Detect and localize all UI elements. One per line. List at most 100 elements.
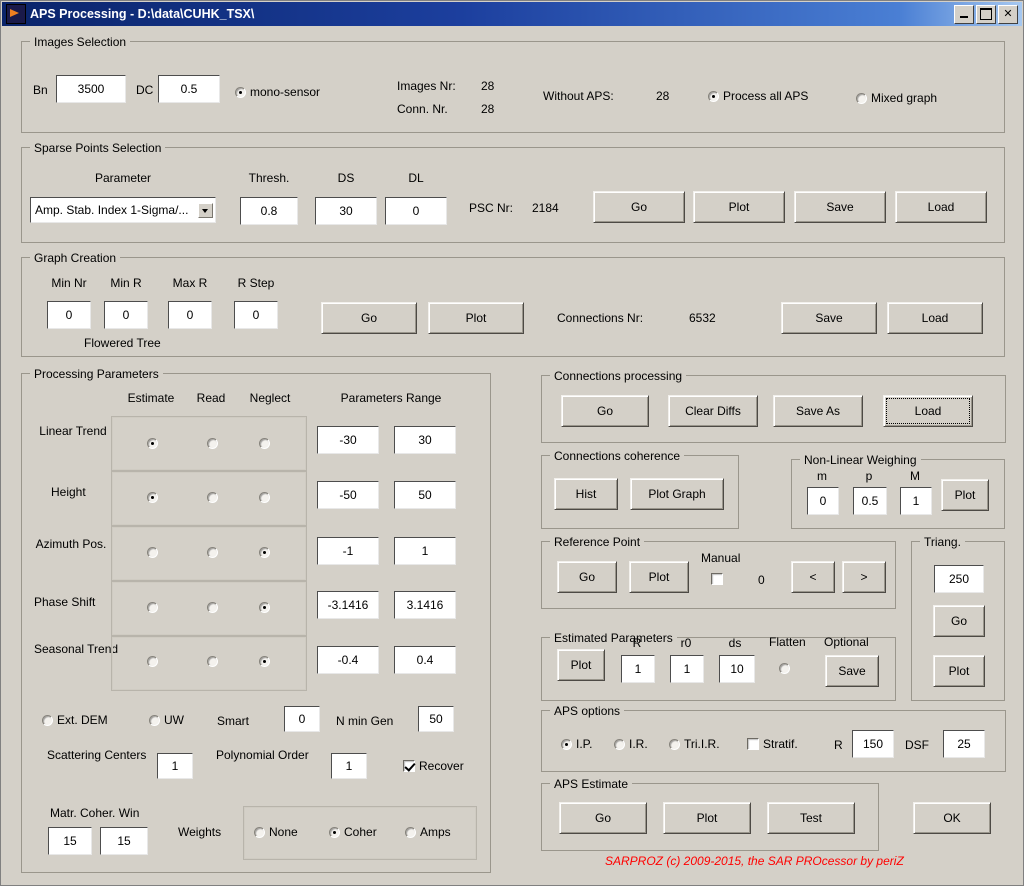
radio-weights-amps-label: Amps bbox=[420, 825, 451, 839]
est-ds-input[interactable]: 10 bbox=[719, 655, 755, 683]
range-min-seasonal-trend[interactable]: -0.4 bbox=[317, 646, 379, 674]
reference-point-next-button[interactable]: > bbox=[842, 561, 886, 593]
dc-input[interactable]: 0.5 bbox=[158, 75, 220, 103]
ds-input[interactable]: 30 bbox=[315, 197, 377, 225]
radio-weights-amps[interactable]: Amps bbox=[405, 825, 451, 839]
range-min-height[interactable]: -50 bbox=[317, 481, 379, 509]
radio-azimuth-pos-neglect[interactable] bbox=[259, 547, 274, 558]
range-min-phase-shift[interactable]: -3.1416 bbox=[317, 591, 379, 619]
estimated-parameters-plot-button[interactable]: Plot bbox=[557, 649, 605, 681]
connections-go-button[interactable]: Go bbox=[561, 395, 649, 427]
aps-estimate-plot-button[interactable]: Plot bbox=[663, 802, 751, 834]
min-r-input[interactable]: 0 bbox=[104, 301, 148, 329]
minimize-button[interactable] bbox=[954, 4, 974, 24]
radio-aps-ir[interactable]: I.R. bbox=[614, 737, 648, 751]
radio-linear-trend-neglect[interactable] bbox=[259, 438, 274, 449]
aps-r-input[interactable]: 150 bbox=[852, 730, 894, 758]
bn-input[interactable]: 3500 bbox=[56, 75, 126, 103]
radio-process-all-aps[interactable]: Process all APS bbox=[708, 89, 808, 103]
radio-dot-icon bbox=[235, 86, 246, 98]
coherence-plot-graph-button[interactable]: Plot Graph bbox=[630, 478, 724, 510]
radio-aps-ip[interactable]: I.P. bbox=[561, 737, 592, 751]
radio-seasonal-trend-estimate[interactable] bbox=[147, 656, 162, 667]
triang-input[interactable]: 250 bbox=[934, 565, 984, 593]
radio-mixed-graph[interactable]: Mixed graph bbox=[856, 91, 937, 105]
range-min-azimuth-pos[interactable]: -1 bbox=[317, 537, 379, 565]
radio-aps-triir[interactable]: Tri.I.R. bbox=[669, 737, 720, 751]
graph-plot-button[interactable]: Plot bbox=[428, 302, 524, 334]
parameter-dropdown[interactable]: Amp. Stab. Index 1-Sigma/... bbox=[30, 197, 216, 223]
range-max-azimuth-pos[interactable]: 1 bbox=[394, 537, 456, 565]
r-step-input[interactable]: 0 bbox=[234, 301, 278, 329]
coherence-hist-button[interactable]: Hist bbox=[554, 478, 618, 510]
radio-seasonal-trend-neglect[interactable] bbox=[259, 656, 274, 667]
chevron-down-icon[interactable] bbox=[198, 202, 213, 218]
sparse-go-button[interactable]: Go bbox=[593, 191, 685, 223]
close-button[interactable]: ✕ bbox=[998, 4, 1018, 24]
radio-phase-shift-neglect[interactable] bbox=[259, 602, 274, 613]
dc-label: DC bbox=[136, 83, 154, 97]
reference-point-plot-button[interactable]: Plot bbox=[629, 561, 689, 593]
graph-go-button[interactable]: Go bbox=[321, 302, 417, 334]
range-max-height[interactable]: 50 bbox=[394, 481, 456, 509]
radio-weights-coher[interactable]: Coher bbox=[329, 825, 377, 839]
graph-save-button[interactable]: Save bbox=[781, 302, 877, 334]
aps-dsf-input[interactable]: 25 bbox=[943, 730, 985, 758]
radio-linear-trend-read[interactable] bbox=[207, 438, 222, 449]
nlw-p-input[interactable]: 0.5 bbox=[853, 487, 887, 515]
sparse-plot-button[interactable]: Plot bbox=[693, 191, 785, 223]
radio-seasonal-trend-read[interactable] bbox=[207, 656, 222, 667]
reference-point-prev-button[interactable]: < bbox=[791, 561, 835, 593]
n-min-gen-input[interactable]: 50 bbox=[418, 706, 454, 732]
radio-phase-shift-estimate[interactable] bbox=[147, 602, 162, 613]
reference-point-go-button[interactable]: Go bbox=[557, 561, 617, 593]
nlw-m-input[interactable]: 0 bbox=[807, 487, 839, 515]
scattering-centers-input[interactable]: 1 bbox=[157, 753, 193, 779]
radio-weights-none[interactable]: None bbox=[254, 825, 298, 839]
min-nr-input[interactable]: 0 bbox=[47, 301, 91, 329]
connections-save-as-button[interactable]: Save As bbox=[773, 395, 863, 427]
nlw-M-input[interactable]: 1 bbox=[900, 487, 932, 515]
sparse-load-button[interactable]: Load bbox=[895, 191, 987, 223]
matr-coher-win-input-2[interactable]: 15 bbox=[100, 827, 148, 855]
radio-height-estimate[interactable] bbox=[147, 492, 162, 503]
aps-estimate-test-button[interactable]: Test bbox=[767, 802, 855, 834]
maximize-button[interactable] bbox=[976, 4, 996, 24]
radio-phase-shift-read[interactable] bbox=[207, 602, 222, 613]
thresh-input[interactable]: 0.8 bbox=[240, 197, 298, 225]
est-r0-input[interactable]: 1 bbox=[670, 655, 704, 683]
ok-button[interactable]: OK bbox=[913, 802, 991, 834]
sparse-save-button[interactable]: Save bbox=[794, 191, 886, 223]
range-max-seasonal-trend[interactable]: 0.4 bbox=[394, 646, 456, 674]
est-r-input[interactable]: 1 bbox=[621, 655, 655, 683]
triang-go-button[interactable]: Go bbox=[933, 605, 985, 637]
range-max-phase-shift[interactable]: 3.1416 bbox=[394, 591, 456, 619]
graph-load-button[interactable]: Load bbox=[887, 302, 983, 334]
connections-load-button[interactable]: Load bbox=[883, 395, 973, 427]
nlw-plot-button[interactable]: Plot bbox=[941, 479, 989, 511]
aps-estimate-go-button[interactable]: Go bbox=[559, 802, 647, 834]
matr-coher-win-input-1[interactable]: 15 bbox=[48, 827, 92, 855]
max-r-input[interactable]: 0 bbox=[168, 301, 212, 329]
radio-height-neglect[interactable] bbox=[259, 492, 274, 503]
checkbox-stratif[interactable]: Stratif. bbox=[747, 737, 798, 751]
checkbox-recover[interactable]: Recover bbox=[403, 759, 464, 773]
radio-azimuth-pos-estimate[interactable] bbox=[147, 547, 162, 558]
range-max-linear-trend[interactable]: 30 bbox=[394, 426, 456, 454]
dl-input[interactable]: 0 bbox=[385, 197, 447, 225]
estimated-parameters-save-button[interactable]: Save bbox=[825, 655, 879, 687]
range-min-linear-trend[interactable]: -30 bbox=[317, 426, 379, 454]
radio-uw[interactable]: UW bbox=[149, 713, 184, 727]
radio-linear-trend-estimate[interactable] bbox=[147, 438, 162, 449]
radio-azimuth-pos-read[interactable] bbox=[207, 547, 222, 558]
radio-flatten[interactable] bbox=[779, 663, 794, 674]
smart-input[interactable]: 0 bbox=[284, 706, 320, 732]
radio-height-read[interactable] bbox=[207, 492, 222, 503]
polynomial-order-input[interactable]: 1 bbox=[331, 753, 367, 779]
radio-ext-dem[interactable]: Ext. DEM bbox=[42, 713, 108, 727]
n-min-gen-label: N min Gen bbox=[336, 714, 394, 728]
triang-plot-button[interactable]: Plot bbox=[933, 655, 985, 687]
connections-clear-diffs-button[interactable]: Clear Diffs bbox=[668, 395, 758, 427]
checkbox-manual[interactable] bbox=[711, 573, 727, 585]
radio-mono-sensor[interactable]: mono-sensor bbox=[235, 85, 320, 99]
